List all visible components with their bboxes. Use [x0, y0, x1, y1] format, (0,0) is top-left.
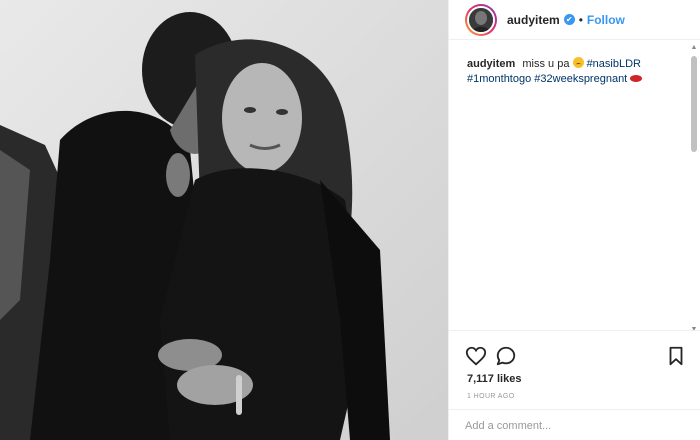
caption-username[interactable]: audyitem: [467, 58, 515, 70]
action-icon-row: [465, 345, 687, 367]
hashtag-link[interactable]: #32weekspregnant: [534, 73, 627, 85]
post-caption: audyitem miss u pa #nasibLDR #1monthtogo…: [449, 40, 700, 87]
post-timestamp[interactable]: 1 HOUR AGO: [467, 393, 515, 400]
caption-scroll-area[interactable]: audyitem miss u pa #nasibLDR #1monthtogo…: [449, 40, 700, 330]
hashtag-link[interactable]: #nasibLDR: [587, 58, 641, 70]
post-side-panel: audyitem ✔ • Follow audyitem miss u pa #…: [448, 0, 700, 440]
comment-box: [449, 409, 700, 440]
avatar[interactable]: [467, 5, 495, 34]
post-photo[interactable]: [0, 0, 448, 440]
verified-badge-icon: ✔: [563, 14, 575, 25]
comment-icon[interactable]: [495, 345, 517, 367]
disappointed-face-emoji-icon: [572, 57, 584, 68]
likes-count[interactable]: 7,117 likes: [467, 373, 521, 385]
caption-scrollbar[interactable]: ▲ ▼: [690, 44, 698, 334]
caption-text: miss u pa: [522, 58, 570, 70]
bookmark-icon[interactable]: [665, 345, 687, 367]
avatar-story-ring[interactable]: [465, 3, 497, 36]
header-username[interactable]: audyitem: [507, 13, 560, 27]
heart-icon[interactable]: [465, 345, 487, 367]
hashtag-link[interactable]: #1monthtogo: [467, 73, 531, 85]
black-white-couple-photo: [0, 0, 448, 440]
kiss-mark-emoji-icon: [630, 75, 643, 82]
scrollbar-thumb[interactable]: [691, 56, 697, 152]
instagram-post: audyitem ✔ • Follow audyitem miss u pa #…: [0, 0, 700, 440]
post-actions: 7,117 likes 1 HOUR AGO: [449, 330, 700, 440]
post-header: audyitem ✔ • Follow: [449, 0, 700, 40]
add-comment-input[interactable]: [465, 417, 685, 435]
follow-button[interactable]: Follow: [587, 13, 625, 27]
separator-dot: •: [578, 12, 583, 27]
avatar-image: [469, 7, 493, 32]
scroll-up-arrow-icon[interactable]: ▲: [690, 44, 698, 52]
